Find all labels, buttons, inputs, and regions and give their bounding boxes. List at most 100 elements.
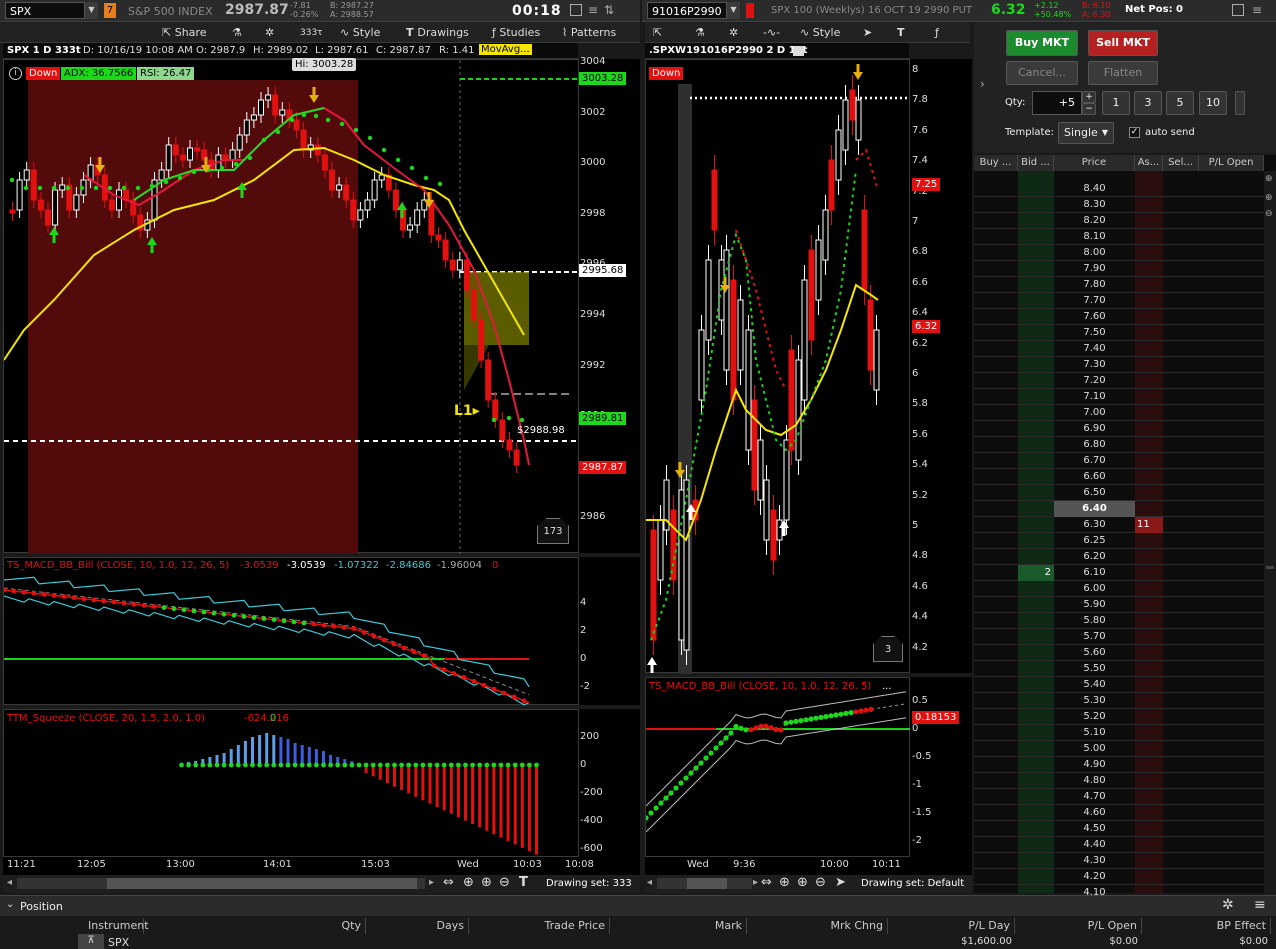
option-price-chart[interactable]: Down 3	[645, 59, 911, 674]
ladder-row[interactable]: 4.80	[974, 773, 1264, 789]
ladder-row[interactable]: 5.00	[974, 741, 1264, 757]
ladder-price[interactable]: 5.30	[1054, 693, 1135, 709]
ladder-price[interactable]: 8.00	[1054, 245, 1135, 261]
chevron-right-icon[interactable]: ›	[980, 77, 985, 91]
menu-icon[interactable]: ≡	[1252, 4, 1262, 16]
ladder-price[interactable]: 5.00	[1054, 741, 1135, 757]
crosshair-icon[interactable]: ⊕	[463, 875, 474, 890]
ladder-price[interactable]: 6.80	[1054, 437, 1135, 453]
chevron-down-icon[interactable]: ▼	[84, 2, 98, 19]
qty-input[interactable]: +5	[1032, 91, 1082, 115]
ladder-row[interactable]: 7.90	[974, 261, 1264, 277]
ladder-price[interactable]: 8.20	[1054, 213, 1135, 229]
ladder-row[interactable]: 6.40	[974, 501, 1264, 517]
ladder-price[interactable]: 6.50	[1054, 485, 1135, 501]
ladder-row[interactable]: 6.50	[974, 485, 1264, 501]
ladder-price[interactable]: 6.40	[1054, 501, 1135, 517]
ladder-row[interactable]: 6.10 2	[974, 565, 1264, 581]
studies-button[interactable]: ƒ Studies	[492, 23, 540, 43]
ladder-price[interactable]: 8.40	[1054, 181, 1135, 197]
ladder-price[interactable]: 7.60	[1054, 309, 1135, 325]
ladder-price[interactable]: 5.90	[1054, 597, 1135, 613]
flask-icon[interactable]: ⚗	[232, 23, 242, 43]
ladder-row[interactable]: 8.20	[974, 213, 1264, 229]
menu-icon[interactable]: ≡	[588, 4, 598, 16]
ladder-row[interactable]: 4.70	[974, 789, 1264, 805]
ladder-row[interactable]: 6.25	[974, 533, 1264, 549]
ladder-price[interactable]: 4.60	[1054, 805, 1135, 821]
ladder-price[interactable]: 6.20	[1054, 549, 1135, 565]
bid-size[interactable]: 2	[1018, 565, 1054, 581]
position-column-header[interactable]: Mrk Chng	[748, 918, 888, 934]
scroll-left-icon[interactable]: ◂	[7, 877, 12, 888]
ladder-row[interactable]: 4.90	[974, 757, 1264, 773]
sell-market-button[interactable]: Sell MKT	[1088, 30, 1158, 56]
ladder-price[interactable]: 4.40	[1054, 837, 1135, 853]
zoom-in-icon[interactable]: ⊕	[1265, 193, 1273, 203]
ladder-row[interactable]: 6.60	[974, 469, 1264, 485]
zoom-in-icon[interactable]: ⊕	[797, 875, 808, 890]
ladder-row[interactable]: 4.30	[974, 853, 1264, 869]
ladder-price[interactable]: 7.20	[1054, 373, 1135, 389]
expand-row-icon[interactable]: ⊼	[78, 934, 104, 949]
ladder-column-header[interactable]: Bid ...	[1018, 155, 1054, 171]
scroll-left-icon[interactable]: ◂	[647, 877, 652, 888]
drawing-set-label[interactable]: Drawing set: 333	[546, 878, 632, 889]
ladder-row[interactable]: 5.70	[974, 629, 1264, 645]
ladder-price[interactable]: 7.00	[1054, 405, 1135, 421]
qty-preset-button[interactable]: 3	[1134, 91, 1162, 115]
ladder-row[interactable]: 6.80	[974, 437, 1264, 453]
expand-icon[interactable]: ⇔	[443, 875, 454, 890]
ladder-row[interactable]: 6.90	[974, 421, 1264, 437]
option-scrollbar-track[interactable]	[657, 878, 752, 889]
gear-icon[interactable]: ✲	[1222, 897, 1234, 913]
studies-icon[interactable]: ƒ	[935, 23, 939, 43]
left-macd-panel[interactable]: TS_MACD_BB_Bill (CLOSE, 10, 1.0, 12, 26,…	[3, 557, 579, 706]
ladder-price[interactable]: 6.00	[1054, 581, 1135, 597]
ladder-price[interactable]: 4.50	[1054, 821, 1135, 837]
ladder-price[interactable]: 6.25	[1054, 533, 1135, 549]
ladder-row[interactable]: 7.20	[974, 373, 1264, 389]
ladder-price[interactable]: 7.30	[1054, 357, 1135, 373]
ladder-price[interactable]: 8.30	[1054, 197, 1135, 213]
ladder-price[interactable]: 5.70	[1054, 629, 1135, 645]
ladder-price[interactable]: 5.40	[1054, 677, 1135, 693]
ladder-price[interactable]: 6.30	[1054, 517, 1135, 533]
buy-market-button[interactable]: Buy MKT	[1006, 30, 1078, 56]
left-scrollbar-thumb[interactable]	[107, 878, 417, 889]
left-price-chart[interactable]: Down ADX: 36.7566 RSI: 26.47 i Hi: 3003.…	[3, 58, 580, 554]
ladder-row[interactable]: 5.90	[974, 597, 1264, 613]
ladder-row[interactable]: 5.40	[974, 677, 1264, 693]
ladder-row[interactable]: 7.50	[974, 325, 1264, 341]
position-column-header[interactable]: Qty	[270, 918, 366, 934]
option-scrollbar-thumb[interactable]	[687, 878, 727, 889]
qty-preset-button[interactable]: 1	[1102, 91, 1130, 115]
left-symbol-input[interactable]: SPX	[5, 2, 85, 19]
position-column-header[interactable]: P/L Day	[889, 918, 1015, 934]
share-button[interactable]: ⇱ Share	[162, 23, 206, 43]
ladder-price[interactable]: 4.90	[1054, 757, 1135, 773]
ladder-row[interactable]: 6.70	[974, 453, 1264, 469]
ladder-price[interactable]: 6.70	[1054, 453, 1135, 469]
ladder-row[interactable]: 5.30	[974, 693, 1264, 709]
position-instrument[interactable]: SPX	[108, 936, 129, 949]
info-icon[interactable]: i	[9, 67, 22, 80]
ladder-scroll-thumb[interactable]	[1266, 566, 1274, 569]
expand-icon[interactable]: ⇔	[761, 875, 772, 890]
left-ttm-panel[interactable]: TTM_Squeeze (CLOSE, 20, 1.5, 2.0, 1.0) -…	[3, 709, 579, 857]
ladder-price[interactable]: 7.10	[1054, 389, 1135, 405]
ask-size[interactable]: 11	[1135, 517, 1163, 533]
cursor-icon[interactable]: ➤	[835, 875, 846, 890]
ladder-price[interactable]: 5.50	[1054, 661, 1135, 677]
auto-send-checkbox[interactable]: ✓	[1129, 127, 1140, 138]
cursor-icon[interactable]: ➤	[863, 23, 872, 43]
text-tool-icon[interactable]: T	[897, 23, 905, 43]
gear-icon[interactable]: ✲	[729, 23, 738, 43]
ladder-price[interactable]: 6.10	[1054, 565, 1135, 581]
ladder-row[interactable]: 4.40	[974, 837, 1264, 853]
ladder-row[interactable]: 7.30	[974, 357, 1264, 373]
style-button[interactable]: ∿ Style	[800, 23, 840, 43]
ladder-price[interactable]: 4.30	[1054, 853, 1135, 869]
ladder-row[interactable]: 7.80	[974, 277, 1264, 293]
ladder-price[interactable]: 5.60	[1054, 645, 1135, 661]
